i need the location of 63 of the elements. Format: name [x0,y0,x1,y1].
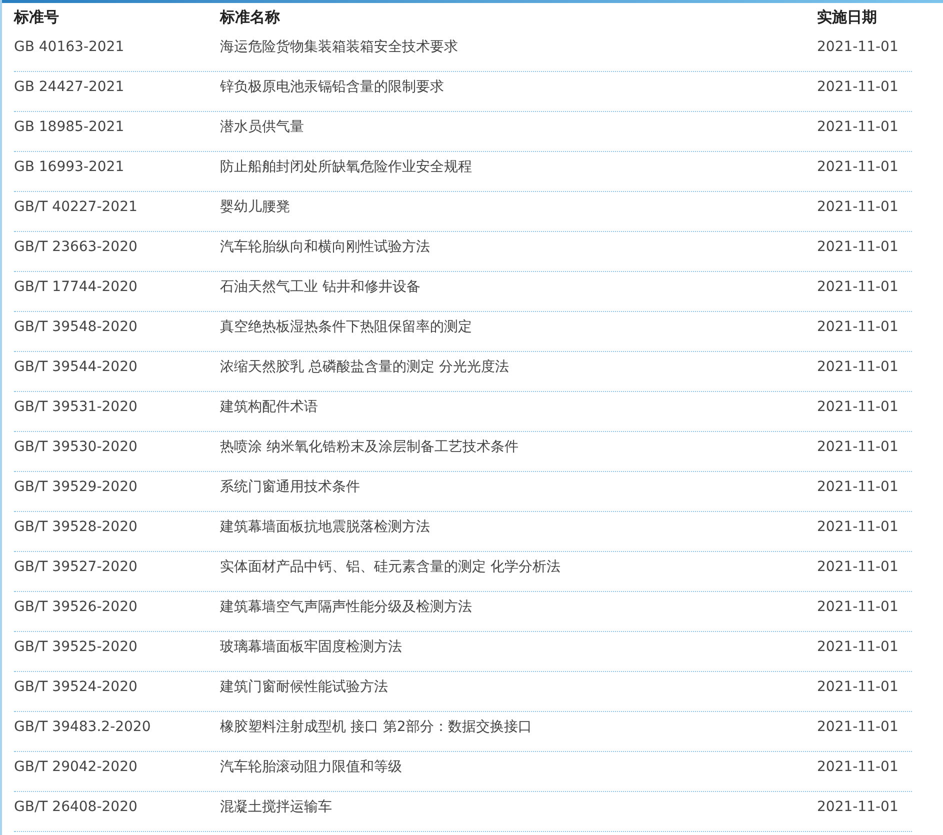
table-cell-text: 建筑幕墙面板抗地震脱落检测方法 [220,518,431,537]
table-cell-text: GB 16993-2021 [14,158,126,177]
table-cell-text: GB/T 40227-2021 [14,198,138,217]
table-cell-text: 2021-11-01 [817,558,898,577]
table-cell-text: 2021-11-01 [817,398,898,417]
table-cell-text: GB/T 39526-2020 [14,598,138,617]
table-cell-text: 2021-11-01 [817,38,898,57]
table-cell-text: 建筑构配件术语 [220,398,319,417]
column-header: 标准号 [14,7,60,28]
table-cell-text: 2021-11-01 [817,278,898,297]
table-cell-text: GB/T 29042-2020 [14,758,138,777]
table-cell-text: 锌负极原电池汞镉铅含量的限制要求 [220,78,445,97]
table-cell-text: 防止船舶封闭处所缺氧危险作业安全规程 [220,158,473,177]
table-cell-text: GB/T 39525-2020 [14,638,138,657]
table-cell-text: GB/T 39530-2020 [14,438,138,457]
table-cell-text: GB 24427-2021 [14,78,126,97]
table-cell-text: GB/T 17744-2020 [14,278,138,297]
column-header: 标准名称 [220,7,281,28]
table-cell-text: 真空绝热板湿热条件下热阻保留率的测定 [220,318,473,337]
table-cell-text: 2021-11-01 [817,638,898,657]
table-cell-text: 2021-11-01 [817,78,898,97]
table-cell-text: 建筑幕墙空气声隔声性能分级及检测方法 [220,598,473,617]
table-cell-text: 热喷涂 纳米氧化锆粉末及涂层制备工艺技术条件 [220,438,520,457]
table-cell-text: GB/T 39548-2020 [14,318,138,337]
table-cell-text: GB/T 39528-2020 [14,518,138,537]
table-cell-text: GB/T 39483.2-2020 [14,718,152,737]
table-cell-text: GB/T 26408-2020 [14,798,138,817]
table-cell-text: 2021-11-01 [817,518,898,537]
table-cell-text: 2021-11-01 [817,478,898,497]
table-cell-text: 2021-11-01 [817,758,898,777]
table-cell-text: GB 18985-2021 [14,118,126,137]
table-cell-text: GB/T 39524-2020 [14,678,138,697]
table-cell-text: 汽车轮胎纵向和横向刚性试验方法 [220,238,431,257]
table-cell-text: 潜水员供气量 [220,118,305,137]
table-cell-text: 实体面材产品中钙、铝、硅元素含量的测定 化学分析法 [220,558,562,577]
table-cell-text: 2021-11-01 [817,438,898,457]
table-cell-text: 浓缩天然胶乳 总磷酸盐含量的测定 分光光度法 [220,358,510,377]
table-cell-text: 2021-11-01 [817,718,898,737]
table-cell-text: 2021-11-01 [817,318,898,337]
table-cell-text: GB 40163-2021 [14,38,126,57]
table-cell-text: 婴幼儿腰凳 [220,198,291,217]
table-cell-text: 混凝土搅拌运输车 [220,798,333,817]
table-cell-text: 石油天然气工业 钻井和修井设备 [220,278,422,297]
table-cell-text: 2021-11-01 [817,158,898,177]
table-cell-text: GB/T 39529-2020 [14,478,138,497]
table-cell-text: 2021-11-01 [817,358,898,377]
table-cell-text: 2021-11-01 [817,798,898,817]
table-cell-text: 系统门窗通用技术条件 [220,478,361,497]
table-cell-text: 玻璃幕墙面板牢固度检测方法 [220,638,403,657]
table-cell-text: GB/T 23663-2020 [14,238,138,257]
table-cell-text: 2021-11-01 [817,118,898,137]
table-cell-text: 海运危险货物集装箱装箱安全技术要求 [220,38,459,57]
table-cell-text: 2021-11-01 [817,198,898,217]
table-cell-text: GB/T 39531-2020 [14,398,138,417]
table-cell-text: 2021-11-01 [817,598,898,617]
table-cell-text: GB/T 39527-2020 [14,558,138,577]
table-cell-text: 橡胶塑料注射成型机 接口 第2部分：数据交换接口 [220,718,533,737]
table-cell-text: 汽车轮胎滚动阻力限值和等级 [220,758,403,777]
table-cell-text: GB/T 39544-2020 [14,358,138,377]
table-cell-text: 2021-11-01 [817,678,898,697]
column-header: 实施日期 [817,7,877,28]
table-cell-text: 建筑门窗耐候性能试验方法 [220,678,389,697]
table-cell-text: 2021-11-01 [817,238,898,257]
